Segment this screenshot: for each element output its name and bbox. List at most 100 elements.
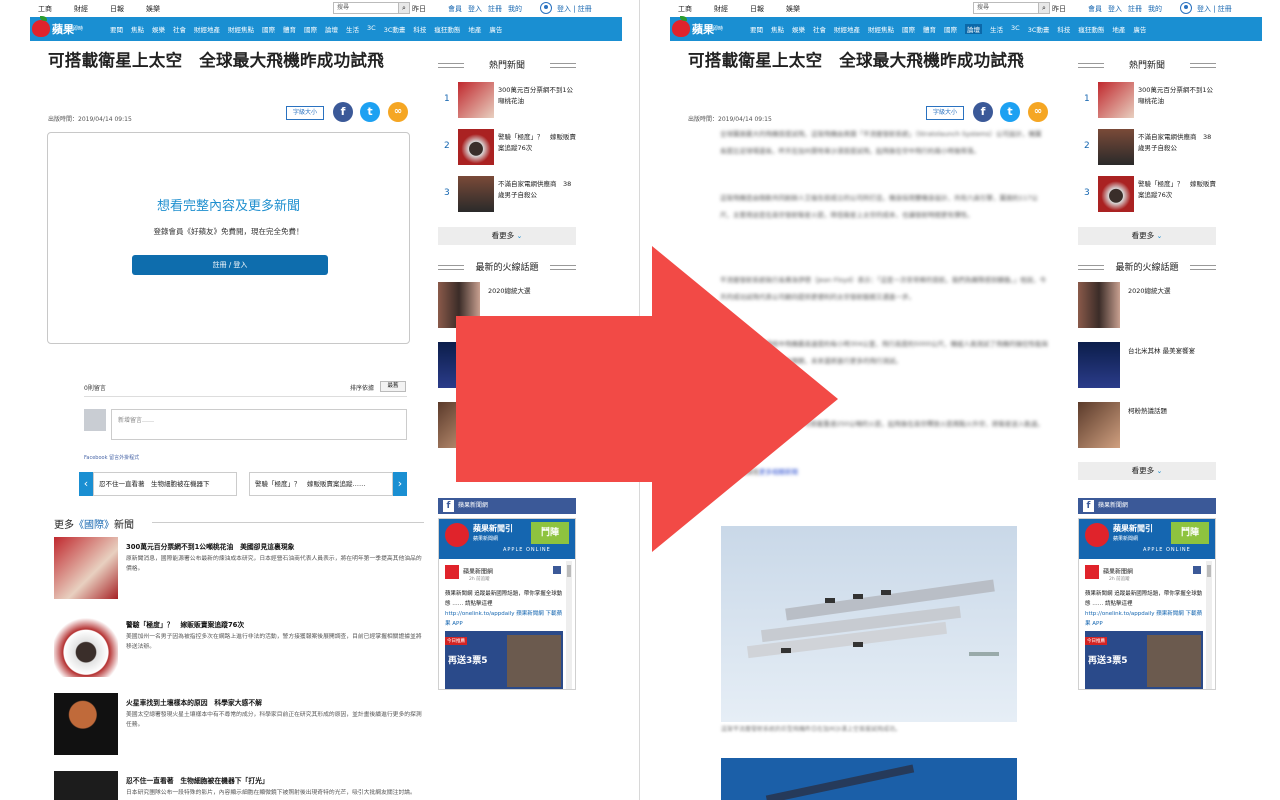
- twitter-share-icon[interactable]: t: [1000, 102, 1020, 122]
- nav-item[interactable]: 體育: [283, 24, 296, 34]
- comment-sort-select[interactable]: 最舊: [380, 381, 406, 392]
- hot-news-title[interactable]: 警驗「極度」？ 嫁販販賣案追蹤76次: [1138, 179, 1216, 201]
- twitter-share-icon[interactable]: t: [360, 102, 380, 122]
- nav-item[interactable]: 社會: [173, 24, 186, 34]
- widget-scrollbar[interactable]: [1206, 561, 1212, 689]
- hot-news-title[interactable]: 300萬元百分票網不到1公噸桃花油: [498, 85, 576, 107]
- user-link[interactable]: 會員: [1088, 4, 1102, 14]
- nav-item[interactable]: 國際: [902, 24, 915, 34]
- nav-item[interactable]: 財經焦點: [868, 24, 894, 34]
- facebook-banner[interactable]: 蘋果新聞引 蘋果新聞網 APPLE ONLINE 鬥陣: [439, 519, 575, 559]
- nav-item[interactable]: 3C: [367, 24, 376, 34]
- topic-title[interactable]: 柯粉熱議話題: [1128, 405, 1167, 415]
- link-share-icon[interactable]: ∞: [1028, 102, 1048, 122]
- login-link[interactable]: 登入 | 註冊: [1197, 4, 1232, 14]
- site-logo[interactable]: 蘋果 即時: [670, 15, 730, 41]
- nav-item[interactable]: 社會: [813, 24, 826, 34]
- article-photo[interactable]: [721, 526, 1017, 722]
- nav-item-active[interactable]: 論壇: [965, 24, 982, 34]
- prev-article-link[interactable]: 忍不住一直看著 生物細胞被在機器下: [93, 472, 237, 496]
- search-input[interactable]: 搜尋: [333, 2, 399, 14]
- date-dropdown[interactable]: 昨日: [412, 4, 426, 14]
- user-link[interactable]: 註冊: [1128, 4, 1142, 14]
- list-item[interactable]: 警驗「極度」？ 嫁販販賣案追蹤76次 美國加州一名男子因為被指控多次在網路上進行…: [54, 615, 424, 679]
- topic-title[interactable]: 2020總統大選: [488, 285, 531, 295]
- topic-item[interactable]: 柯粉熱議話題: [1078, 402, 1216, 450]
- facebook-page-widget[interactable]: 蘋果新聞引 蘋果新聞網 APPLE ONLINE 鬥陣 蘋果新聞網 2h 前追蹤…: [438, 518, 576, 690]
- nav-item[interactable]: 要聞: [110, 24, 123, 34]
- comment-input[interactable]: 新增留言……: [111, 409, 407, 440]
- nav-item[interactable]: 科技: [413, 24, 426, 34]
- user-avatar-icon[interactable]: [540, 2, 552, 14]
- utility-link[interactable]: 財經: [74, 4, 88, 14]
- nav-item[interactable]: 財經地產: [194, 24, 220, 34]
- news-thumbnail[interactable]: [54, 537, 118, 599]
- nav-item[interactable]: 國際: [304, 24, 317, 34]
- hot-news-item[interactable]: 1 300萬元百分票網不到1公噸桃花油: [1078, 82, 1216, 122]
- facebook-post-image[interactable]: 今日推薦 再送3票5: [445, 631, 563, 689]
- list-item[interactable]: 忍不住一直看著 生物細胞被在機器下「打光」 日本研究團隊公布一段特殊的影片，內容…: [54, 771, 424, 800]
- related-link[interactable]: 更多相關新聞: [759, 468, 798, 476]
- list-item[interactable]: 300萬元百分票網不到1公噸桃花油 美國卻見這裏現象 原新聞消息，國際能源署公布…: [54, 537, 424, 601]
- nav-item[interactable]: 廣告: [1133, 24, 1146, 34]
- news-title[interactable]: 警驗「極度」？ 嫁販販賣案追蹤76次: [126, 619, 244, 629]
- prev-article-arrow-icon[interactable]: ‹: [79, 472, 93, 496]
- next-article-arrow-icon[interactable]: ›: [393, 472, 407, 496]
- article-photo-second[interactable]: [721, 758, 1017, 800]
- utility-link[interactable]: 娛樂: [786, 4, 800, 14]
- search-icon[interactable]: ⌕: [1038, 2, 1050, 14]
- hot-news-thumbnail[interactable]: [1098, 129, 1134, 165]
- nav-item[interactable]: 娛樂: [792, 24, 805, 34]
- facebook-share-icon[interactable]: f: [973, 102, 993, 122]
- hot-news-more-button[interactable]: 看更多 ⌄: [438, 227, 576, 245]
- hot-news-item[interactable]: 3 不滿自家電網供應商 38歲男子自殺公: [438, 176, 576, 216]
- user-link[interactable]: 註冊: [488, 4, 502, 14]
- nav-item[interactable]: 科技: [1057, 24, 1070, 34]
- nav-item[interactable]: 瘋狂動態: [1078, 24, 1104, 34]
- hot-news-item[interactable]: 2 不滿自家電網供應商 38歲男子自殺公: [1078, 129, 1216, 169]
- topic-thumbnail[interactable]: [1078, 342, 1120, 388]
- post-link[interactable]: http://onelink.to/appdaily 蘋果新聞網 下載蘋果 AP…: [445, 611, 562, 627]
- user-link[interactable]: 登入: [1108, 4, 1122, 14]
- nav-item[interactable]: 焦點: [131, 24, 144, 34]
- user-link[interactable]: 我的: [1148, 4, 1162, 14]
- news-title[interactable]: 300萬元百分票網不到1公噸桃花油 美國卻見這裏現象: [126, 541, 294, 551]
- user-avatar-icon[interactable]: [1180, 2, 1192, 14]
- date-dropdown[interactable]: 昨日: [1052, 4, 1066, 14]
- nav-item[interactable]: 論壇: [325, 24, 338, 34]
- utility-link[interactable]: 工商: [678, 4, 692, 14]
- utility-link[interactable]: 日報: [750, 4, 764, 14]
- nav-item[interactable]: 娛樂: [152, 24, 165, 34]
- topics-more-button[interactable]: 看更多 ⌄: [1078, 462, 1216, 480]
- topic-title[interactable]: 2020總統大選: [1128, 285, 1171, 295]
- nav-item[interactable]: 生活: [990, 24, 1003, 34]
- topic-thumbnail[interactable]: [1078, 402, 1120, 448]
- topic-item[interactable]: 2020總統大選: [438, 282, 576, 330]
- hot-news-item[interactable]: 2 警驗「極度」？ 嫁販販賣案追蹤76次: [438, 129, 576, 169]
- user-link[interactable]: 我的: [508, 4, 522, 14]
- post-link[interactable]: http://onelink.to/appdaily 蘋果新聞網 下載蘋果 AP…: [1085, 611, 1202, 627]
- news-title[interactable]: 火星車找到土壤樣本的原因 科學家大感不解: [126, 697, 262, 707]
- nav-item[interactable]: 廣告: [489, 24, 502, 34]
- nav-item[interactable]: 要聞: [750, 24, 763, 34]
- nav-item[interactable]: 3C: [1011, 24, 1020, 34]
- news-thumbnail[interactable]: [54, 615, 118, 677]
- link-share-icon[interactable]: ∞: [388, 102, 408, 122]
- hot-news-thumbnail[interactable]: [1098, 82, 1134, 118]
- user-link[interactable]: 會員: [448, 4, 462, 14]
- facebook-post-image[interactable]: 今日推薦 再送3票5: [1085, 631, 1203, 689]
- hot-news-thumbnail[interactable]: [458, 129, 494, 165]
- nav-item[interactable]: 國際: [944, 24, 957, 34]
- nav-item[interactable]: 財經地產: [834, 24, 860, 34]
- hot-news-thumbnail[interactable]: [458, 176, 494, 212]
- utility-link[interactable]: 工商: [38, 4, 52, 14]
- font-size-button[interactable]: 字級大小: [926, 106, 964, 120]
- hot-news-title[interactable]: 不滿自家電網供應商 38歲男子自殺公: [1138, 132, 1216, 154]
- widget-scrollbar[interactable]: [566, 561, 572, 689]
- hot-news-title[interactable]: 警驗「極度」？ 嫁販販賣案追蹤76次: [498, 132, 576, 154]
- search-icon[interactable]: ⌕: [398, 2, 410, 14]
- news-thumbnail[interactable]: [54, 693, 118, 755]
- site-logo[interactable]: 蘋果 即時: [30, 15, 90, 41]
- nav-item[interactable]: 財經焦點: [228, 24, 254, 34]
- facebook-banner[interactable]: 蘋果新聞引 蘋果新聞網 APPLE ONLINE 鬥陣: [1079, 519, 1215, 559]
